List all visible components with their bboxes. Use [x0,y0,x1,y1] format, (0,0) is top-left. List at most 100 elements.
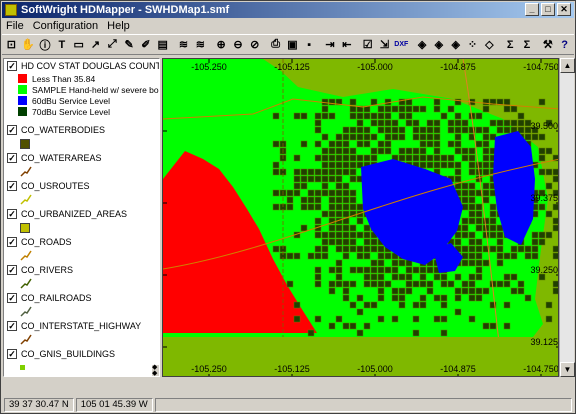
layer-name: CO_USROUTES [21,181,90,191]
coverage-cell [461,224,469,232]
coverage-cell [405,287,413,295]
coverage-map[interactable]: -105.250 -105.250 -105.125 -105.125 -105.000… [162,58,559,377]
text-icon[interactable]: T [54,37,69,53]
menu-file[interactable]: File [6,19,24,33]
coverage-cell [433,147,441,155]
info-icon[interactable]: ⓘ [38,37,53,53]
print-preview-icon[interactable]: ▣ [285,37,300,53]
coverage-cell [475,126,483,134]
legend-panel[interactable]: ✓ HD COV STAT DOUGLAS COUNTY LR Less Tha… [3,58,160,377]
check-icon[interactable]: ☑ [360,37,375,53]
save-icon[interactable]: ▪ [302,37,317,53]
coverage-cell [454,161,462,169]
coverage-cell [489,224,497,232]
coverage-cell [328,266,336,274]
layer-checkbox[interactable]: ✓ [7,237,17,247]
stack-a-icon[interactable]: ◈ [415,37,430,53]
coverage-cell [482,189,490,197]
coverage-cell [377,294,385,302]
scroll-down-button[interactable]: ▼ [560,362,575,377]
zoom-box-icon[interactable]: ⊡ [4,37,19,53]
coverage-cell [398,112,406,120]
stack-d-icon[interactable]: ◇ [482,37,497,53]
coverage-cell [342,224,350,232]
layers-a-icon[interactable]: ≋ [176,37,191,53]
legend-layer[interactable]: ✓ CO_URBANIZED_AREAS [4,207,154,234]
legend-layer[interactable]: ✓ CO_ROADS [4,235,154,262]
layer-checkbox[interactable]: ✓ [7,61,17,71]
legend-layer[interactable]: ✓ CO_RAILROADS [4,291,154,318]
scroll-up-button[interactable]: ▲ [560,58,575,73]
coverage-cell [335,259,343,267]
coverage-cell [314,189,322,197]
coverage-cell [384,119,392,127]
legend-layer[interactable]: ✓ CO_WATERAREAS [4,151,154,178]
coverage-cell [468,196,476,204]
layer-checkbox[interactable]: ✓ [7,349,17,359]
close-button[interactable]: ✕ [557,3,571,16]
help-icon[interactable]: ? [557,37,572,53]
print-icon[interactable]: ⎙ [268,37,283,53]
coverage-cell [342,252,350,260]
coverage-cell [391,273,399,281]
label-icon[interactable]: ▭ [71,37,86,53]
legend-layer[interactable]: ✓ CO_USROUTES [4,179,154,206]
coverage-cell [503,105,511,113]
coverage-cell [342,189,350,197]
edit-icon[interactable]: ✐ [139,37,154,53]
menu-configuration[interactable]: Configuration [33,19,98,33]
legend-layer[interactable]: ✓ CO_INTERSTATE_HIGHWAY [4,319,154,346]
pick-icon[interactable]: ✎ [122,37,137,53]
zoom-out-icon[interactable]: ⊖ [231,37,246,53]
layer-checkbox[interactable]: ✓ [7,209,17,219]
coverage-cell [524,133,532,141]
legend-scroll-arrows[interactable]: ◆ ◆ [152,364,159,376]
legend-layer[interactable]: ✓ CO_RIVERS [4,263,154,290]
vertical-scrollbar[interactable]: ▲ ▼ [559,58,575,377]
dxf-icon[interactable]: DXF [394,37,409,53]
export-a-icon[interactable]: ⇥ [323,37,338,53]
tool-icon[interactable]: ⚒ [540,37,555,53]
coverage-cell [349,196,357,204]
zoom-in-icon[interactable]: ⊕ [214,37,229,53]
x-tick-label-bottom: -104.875 [440,364,476,374]
arrow-icon[interactable]: ↗ [88,37,103,53]
legend-layer[interactable]: ✓ CO_WATERBODIES [4,123,154,150]
coverage-cell [468,189,476,197]
layer-symbol [20,361,154,374]
points-icon[interactable]: ⁘ [465,37,480,53]
menu-help[interactable]: Help [107,19,130,33]
select-icon[interactable]: ⤢ [105,37,120,53]
maximize-button[interactable]: □ [541,3,555,16]
sum-icon[interactable]: Σ [503,37,518,53]
legend-layer[interactable]: ✓CO_COUNTIES [4,375,154,376]
sum-2-icon[interactable]: Σ [520,37,535,53]
pan-icon[interactable]: ✋ [21,37,36,53]
coverage-cell [370,301,378,309]
stack-c-icon[interactable]: ◈ [448,37,463,53]
legend-layer-primary[interactable]: ✓ HD COV STAT DOUGLAS COUNTY LR Less Tha… [4,59,159,117]
layer-checkbox[interactable]: ✓ [7,265,17,275]
minimize-button[interactable]: _ [525,3,539,16]
coverage-cell [335,182,343,190]
coverage-cell [335,154,343,162]
layer-checkbox[interactable]: ✓ [7,153,17,163]
legend-layer[interactable]: ✓ CO_GNIS_BUILDINGS [4,347,154,374]
coverage-cell [440,112,448,120]
layer-checkbox[interactable]: ✓ [7,181,17,191]
export-b-icon[interactable]: ⇤ [339,37,354,53]
coverage-cell [335,231,343,239]
coverage-cell [356,245,364,253]
stack-b-icon[interactable]: ◈ [432,37,447,53]
layers-b-icon[interactable]: ≋ [193,37,208,53]
title-bar[interactable]: SoftWright HDMapper - SWHDMap1.smf _ □ ✕ [2,2,574,18]
layer-checkbox[interactable]: ✓ [7,125,17,135]
coverage-cell [272,245,280,253]
layer-name: CO_RIVERS [21,265,74,275]
zoom-extent-icon[interactable]: ⊘ [247,37,262,53]
layer-checkbox[interactable]: ✓ [7,293,17,303]
open-folder-icon[interactable]: ▤ [155,37,170,53]
export-dxf-icon[interactable]: ⇲ [377,37,392,53]
coverage-cell [377,280,385,288]
layer-checkbox[interactable]: ✓ [7,321,17,331]
